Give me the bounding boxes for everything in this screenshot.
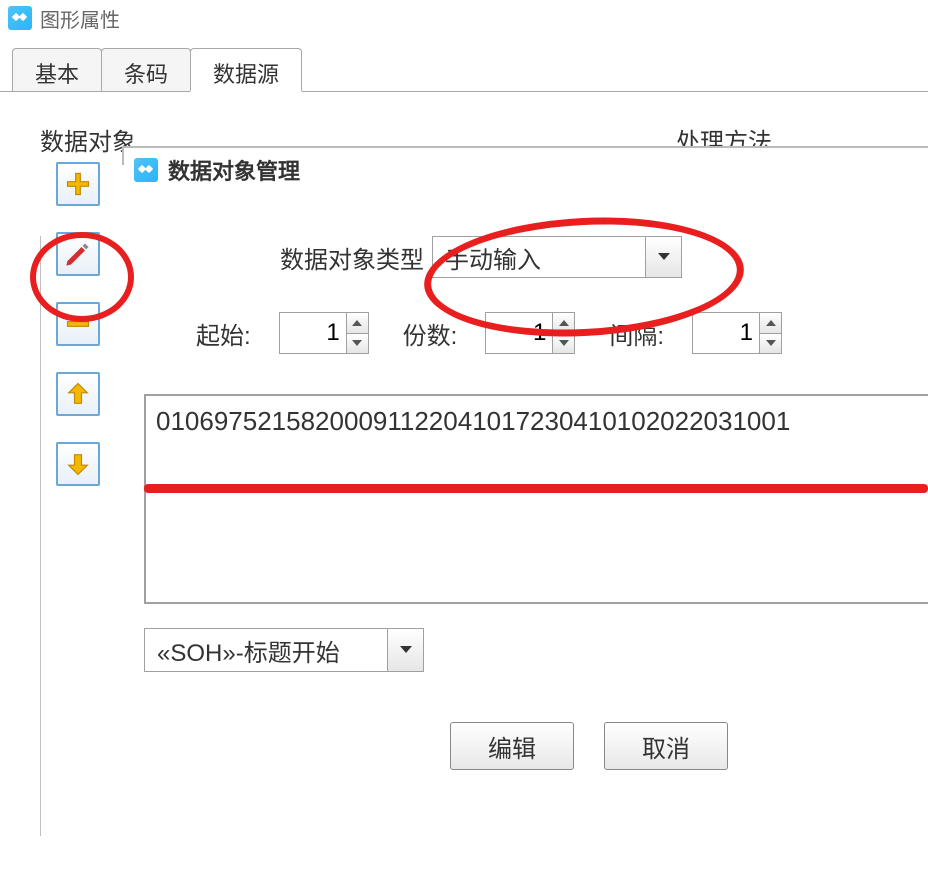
plus-icon — [64, 170, 92, 198]
dialog-title-bar: 数据对象管理 — [124, 148, 928, 192]
move-down-button[interactable] — [56, 442, 100, 486]
copies-spinner[interactable] — [485, 312, 575, 354]
soh-dropdown[interactable]: «SOH»-标题开始 — [144, 628, 424, 672]
arrow-up-icon — [64, 380, 92, 408]
tab-bar: 基本 条码 数据源 — [0, 48, 928, 92]
dialog-icon — [134, 158, 158, 182]
soh-dropdown-value: «SOH»-标题开始 — [145, 633, 387, 668]
tab-basic[interactable]: 基本 — [12, 48, 102, 91]
tab-datasource[interactable]: 数据源 — [190, 48, 302, 92]
cancel-button[interactable]: 取消 — [604, 722, 728, 770]
move-up-button[interactable] — [56, 372, 100, 416]
edit-dialog-button[interactable]: 编辑 — [450, 722, 574, 770]
type-dropdown[interactable]: 手动输入 — [432, 236, 682, 278]
chevron-down-icon — [645, 237, 681, 277]
edit-button[interactable] — [56, 232, 100, 276]
interval-label: 间隔: — [609, 316, 664, 351]
start-input[interactable] — [280, 313, 346, 353]
chevron-down-icon — [387, 629, 423, 671]
add-button[interactable] — [56, 162, 100, 206]
textarea-value: 0106975215820009112204101723041010202203… — [146, 396, 928, 447]
group-border — [40, 236, 41, 836]
spinner-down-icon[interactable] — [760, 334, 781, 354]
dialog-title: 数据对象管理 — [168, 154, 300, 186]
start-label: 起始: — [196, 316, 251, 351]
spinner-up-icon[interactable] — [760, 313, 781, 334]
window-title: 图形属性 — [40, 4, 120, 33]
copies-input[interactable] — [486, 313, 552, 353]
minus-icon — [64, 310, 92, 338]
arrow-down-icon — [64, 450, 92, 478]
app-icon — [8, 6, 32, 30]
spinner-up-icon[interactable] — [553, 313, 574, 334]
sidebar-buttons — [56, 162, 100, 486]
interval-input[interactable] — [693, 313, 759, 353]
data-object-dialog: 数据对象管理 数据对象类型 手动输入 起始: — [122, 146, 928, 165]
interval-spinner[interactable] — [692, 312, 782, 354]
type-dropdown-value: 手动输入 — [433, 240, 645, 275]
copies-label: 份数: — [403, 316, 458, 351]
spinner-up-icon[interactable] — [347, 313, 368, 334]
tab-barcode[interactable]: 条码 — [101, 48, 191, 91]
remove-button[interactable] — [56, 302, 100, 346]
spinner-down-icon[interactable] — [553, 334, 574, 354]
type-label: 数据对象类型 — [280, 240, 424, 275]
start-spinner[interactable] — [279, 312, 369, 354]
window-title-bar: 图形属性 — [0, 0, 928, 36]
pencil-icon — [64, 240, 92, 268]
data-textarea[interactable]: 0106975215820009112204101723041010202203… — [144, 394, 928, 604]
spinner-down-icon[interactable] — [347, 334, 368, 354]
